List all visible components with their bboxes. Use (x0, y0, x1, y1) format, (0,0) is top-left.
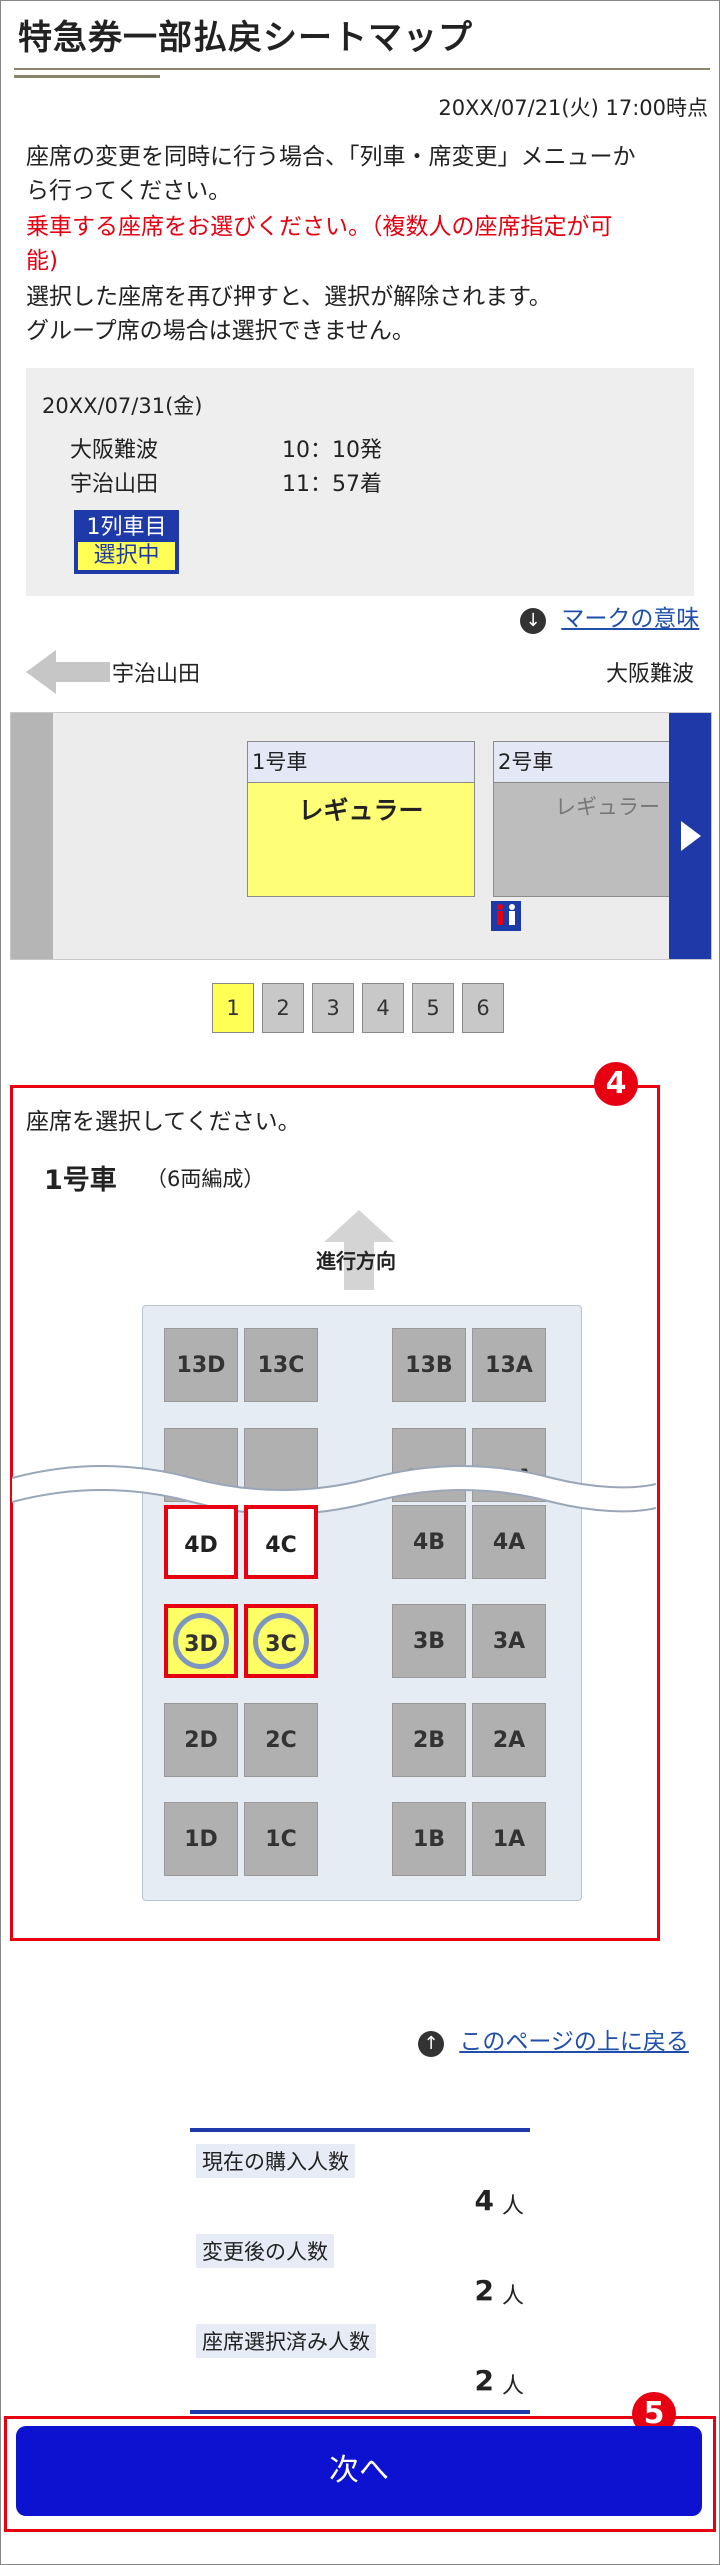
passenger-summary: 現在の購入人数 4 人 変更後の人数 2 人 座席選択済み人数 2 人 (190, 2128, 530, 2414)
seat-2C[interactable]: 2C (244, 1703, 318, 1777)
left-arrow-icon (26, 650, 110, 698)
from-time: 10：10発 (282, 438, 382, 463)
note-alert: 乗車する座席をお選びください。（複数人の座席指定が可 (26, 214, 613, 240)
destination-station: 宇治山田 (112, 662, 201, 687)
pager-button[interactable]: 3 (312, 983, 354, 1033)
train-label: 1列車目 (86, 515, 167, 540)
next-button[interactable]: 次へ (16, 2426, 702, 2516)
origin-station: 大阪難波 (605, 662, 694, 687)
seat-1A[interactable]: 1A (472, 1802, 546, 1876)
train-select-badge[interactable]: 1列車目 選択中 (74, 510, 179, 574)
seat-1D[interactable]: 1D (164, 1802, 238, 1876)
seat-instruction: 座席を選択してください。 (26, 1109, 301, 1135)
direction-label: 進行方向 (316, 1249, 396, 1273)
strip-left-end (11, 713, 53, 959)
mark-meaning-link[interactable]: ↓ マークの意味 (520, 599, 699, 634)
seat-map-break (11, 1460, 657, 1530)
car-1-card[interactable]: 1号車 レギュラー (247, 741, 475, 897)
seat-3A[interactable]: 3A (472, 1604, 546, 1678)
step-badge-4: 4 (594, 1062, 638, 1106)
scroll-next-button[interactable] (669, 713, 711, 959)
pager-button[interactable]: 1 (212, 983, 254, 1033)
seat-13C[interactable]: 13C (244, 1328, 318, 1402)
seat-13A[interactable]: 13A (472, 1328, 546, 1402)
title-divider-accent (14, 75, 160, 78)
arrow-down-circle-icon: ↓ (520, 608, 546, 634)
selected-count-unit: 人 (501, 2374, 524, 2399)
seat-3C[interactable]: 3C (244, 1604, 318, 1678)
to-time: 11：57着 (282, 472, 382, 497)
trip-date: 20XX/07/31(金) (42, 394, 203, 418)
car-1-type: レギュラー (298, 796, 424, 825)
arrow-up-circle-icon: ↑ (418, 2031, 444, 2057)
seat-4C[interactable]: 4C (244, 1505, 318, 1579)
pager-button[interactable]: 2 (262, 983, 304, 1033)
seat-3D[interactable]: 3D (164, 1604, 238, 1678)
seat-3D-label: 3D (184, 1632, 218, 1657)
car-1-label: 1号車 (248, 742, 474, 783)
note-line: 座席の変更を同時に行う場合、「列車・席変更」メニューか (26, 144, 636, 170)
pager-button[interactable]: 6 (462, 983, 504, 1033)
selected-count-label: 座席選択済み人数 (196, 2324, 376, 2358)
pager-button[interactable]: 4 (362, 983, 404, 1033)
seat-2B[interactable]: 2B (392, 1703, 466, 1777)
car-pager: 1 2 3 4 5 6 (212, 983, 504, 1033)
to-station: 宇治山田 (70, 472, 159, 497)
after-count-unit: 人 (501, 2284, 524, 2309)
seat-13B[interactable]: 13B (392, 1328, 466, 1402)
seat-1C[interactable]: 1C (244, 1802, 318, 1876)
note-line: 選択した座席を再び押すと、選択が解除されます。 (26, 284, 552, 310)
car-2-label: 2号車 (494, 742, 670, 783)
back-to-top-link[interactable]: ↑ このページの上に戻る (418, 2022, 689, 2057)
car-2-type: レギュラー (555, 795, 660, 819)
seat-3B[interactable]: 3B (392, 1604, 466, 1678)
seat-2A[interactable]: 2A (472, 1703, 546, 1777)
page-title: 特急券一部払戻シートマップ (18, 18, 473, 58)
seat-car-note: （6両編成） (146, 1167, 265, 1191)
seat-3C-label: 3C (265, 1632, 297, 1657)
mark-meaning-label: マークの意味 (561, 606, 700, 632)
current-count-value: 4 (474, 2184, 494, 2217)
seat-4D[interactable]: 4D (164, 1505, 238, 1579)
seat-1B[interactable]: 1B (392, 1802, 466, 1876)
train-car-strip: 1号車 レギュラー 2号車 レギュラー (10, 712, 712, 960)
car-2-card[interactable]: 2号車 レギュラー (493, 741, 671, 897)
seat-4B[interactable]: 4B (392, 1505, 466, 1579)
seat-2D[interactable]: 2D (164, 1703, 238, 1777)
seat-13D[interactable]: 13D (164, 1328, 238, 1402)
after-count-label: 変更後の人数 (196, 2234, 334, 2268)
after-count-value: 2 (474, 2274, 494, 2307)
title-divider (14, 68, 710, 70)
pager-button[interactable]: 5 (412, 983, 454, 1033)
train-status: 選択中 (78, 542, 175, 570)
note-alert: 能) (26, 248, 58, 274)
current-count-label: 現在の購入人数 (196, 2144, 355, 2178)
restroom-icon (491, 901, 521, 931)
seat-car-name: 1号車 (44, 1165, 117, 1196)
note-line: ら行ってください。 (26, 178, 232, 204)
back-to-top-label: このページの上に戻る (459, 2029, 689, 2055)
selected-count-value: 2 (474, 2364, 494, 2397)
current-count-unit: 人 (501, 2194, 524, 2219)
timestamp: 20XX/07/21(火) 17:00時点 (438, 96, 708, 120)
seat-4A[interactable]: 4A (472, 1505, 546, 1579)
trip-info-box: 20XX/07/31(金) 大阪難波 10：10発 宇治山田 11：57着 1列… (26, 368, 694, 596)
from-station: 大阪難波 (70, 438, 159, 463)
note-line: グループ席の場合は選択できません。 (26, 318, 415, 344)
